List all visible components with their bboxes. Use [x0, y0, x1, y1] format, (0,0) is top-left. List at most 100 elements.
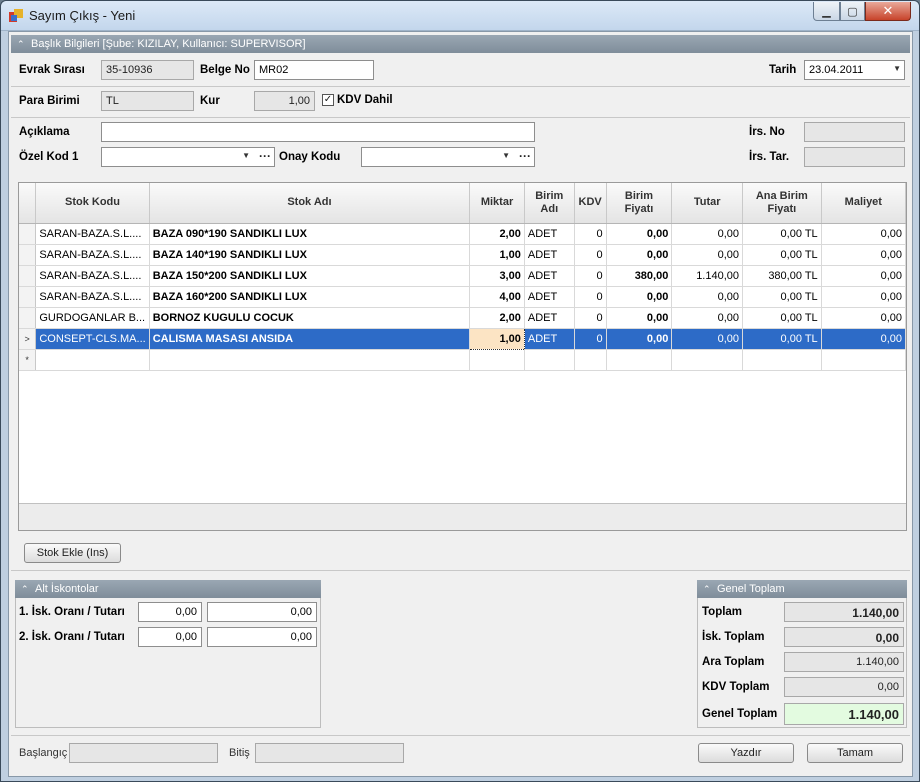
minimize-button[interactable]: ▁	[813, 2, 840, 21]
cell-stok-adi[interactable]	[149, 349, 471, 371]
cell-tutar[interactable]: 0,00	[671, 307, 744, 329]
kdv-dahil-checkbox[interactable]: ✓	[322, 94, 334, 106]
cell-birim-fiyati[interactable]: 0,00	[606, 328, 673, 350]
cell-birim[interactable]: ADET	[524, 265, 575, 287]
column-header[interactable]: Miktar	[469, 183, 525, 224]
cell-miktar[interactable]: 3,00	[469, 265, 525, 287]
cell-maliyet[interactable]: 0,00	[821, 328, 907, 350]
isk2-rate-input[interactable]: 0,00	[138, 627, 202, 647]
table-row[interactable]: SARAN-BAZA.S.L.... BAZA 160*200 SANDIKLI …	[19, 286, 907, 308]
onay-kodu-combo[interactable]: ▼ ···	[361, 147, 535, 167]
cell-miktar[interactable]: 1,00	[469, 244, 525, 266]
maximize-button[interactable]: ▢	[840, 2, 865, 21]
cell-stok-kodu[interactable]: SARAN-BAZA.S.L....	[35, 286, 150, 308]
cell-birim[interactable]	[524, 349, 575, 371]
header-group-title-bar[interactable]: ⌃ Başlık Bilgileri [Şube: KIZILAY, Kulla…	[11, 35, 910, 53]
table-row[interactable]: GURDOGANLAR B... BORNOZ KUGULU COCUK 2,00 A…	[19, 307, 907, 329]
row-indicator[interactable]	[19, 244, 37, 266]
cell-ana-birim-fiyati[interactable]: 0,00 TL	[742, 223, 822, 245]
cell-ana-birim-fiyati[interactable]: 0,00 TL	[742, 328, 822, 350]
cell-tutar[interactable]: 0,00	[671, 328, 744, 350]
cell-kdv[interactable]: 0	[574, 265, 607, 287]
belge-no-input[interactable]: MR02	[254, 60, 374, 80]
table-row[interactable]: > CONSEPT-CLS.MA... CALISMA MASASI ANSIDA 1…	[19, 327, 907, 350]
cell-ana-birim-fiyati[interactable]: 0,00 TL	[742, 307, 822, 329]
collapse-chevron-icon[interactable]: ⌃	[703, 580, 711, 598]
column-header[interactable]: Ana Birim Fiyatı	[742, 183, 822, 224]
cell-stok-kodu[interactable]: GURDOGANLAR B...	[35, 307, 150, 329]
cell-stok-adi[interactable]: BAZA 150*200 SANDIKLI LUX	[149, 265, 471, 287]
cell-kdv[interactable]: 0	[574, 328, 607, 350]
cell-birim-fiyati[interactable]: 0,00	[606, 244, 673, 266]
cell-birim[interactable]: ADET	[524, 328, 575, 350]
cell-miktar[interactable]: 2,00	[469, 307, 525, 329]
isk1-rate-input[interactable]: 0,00	[138, 602, 202, 622]
cell-kdv[interactable]: 0	[574, 286, 607, 308]
row-indicator[interactable]: >	[19, 328, 37, 350]
tamam-button[interactable]: Tamam	[807, 743, 903, 763]
cell-birim-fiyati[interactable]	[606, 349, 673, 371]
cell-stok-kodu[interactable]: SARAN-BAZA.S.L....	[35, 223, 150, 245]
table-row[interactable]: SARAN-BAZA.S.L.... BAZA 090*190 SANDIKLI …	[19, 223, 907, 245]
stok-ekle-button[interactable]: Stok Ekle (Ins)	[24, 543, 121, 563]
cell-tutar[interactable]: 0,00	[671, 223, 744, 245]
browse-ellipsis-icon[interactable]: ···	[519, 149, 531, 163]
column-header[interactable]: Stok Kodu	[35, 183, 150, 224]
cell-birim-fiyati[interactable]: 380,00	[606, 265, 673, 287]
column-header[interactable]: Tutar	[671, 183, 744, 224]
browse-ellipsis-icon[interactable]: ···	[259, 149, 271, 163]
cell-ana-birim-fiyati[interactable]: 0,00 TL	[742, 286, 822, 308]
cell-maliyet[interactable]: 0,00	[821, 244, 907, 266]
tarih-date-picker[interactable]: 23.04.2011 ▼	[804, 60, 905, 80]
yazdir-button[interactable]: Yazdır	[698, 743, 794, 763]
column-header[interactable]: Birim Adı	[524, 183, 575, 224]
cell-miktar[interactable]: 2,00	[469, 223, 525, 245]
cell-tutar[interactable]: 1.140,00	[671, 265, 744, 287]
cell-stok-kodu[interactable]	[35, 349, 150, 371]
collapse-chevron-icon[interactable]: ⌃	[21, 580, 29, 598]
cell-kdv[interactable]	[574, 349, 607, 371]
isk2-amount-input[interactable]: 0,00	[207, 627, 317, 647]
cell-birim[interactable]: ADET	[524, 307, 575, 329]
isk1-amount-input[interactable]: 0,00	[207, 602, 317, 622]
cell-stok-kodu[interactable]: SARAN-BAZA.S.L....	[35, 265, 150, 287]
cell-birim[interactable]: ADET	[524, 286, 575, 308]
ozel-kod-combo[interactable]: ▼ ···	[101, 147, 275, 167]
column-header[interactable]: KDV	[574, 183, 607, 224]
dropdown-arrow-icon[interactable]: ▼	[242, 151, 250, 160]
aciklama-input[interactable]	[101, 122, 535, 142]
close-button[interactable]: ✕	[865, 2, 911, 21]
row-indicator[interactable]	[19, 307, 37, 329]
cell-birim[interactable]: ADET	[524, 244, 575, 266]
cell-maliyet[interactable]: 0,00	[821, 307, 907, 329]
cell-ana-birim-fiyati[interactable]: 380,00 TL	[742, 265, 822, 287]
cell-kdv[interactable]: 0	[574, 244, 607, 266]
column-header[interactable]: Stok Adı	[149, 183, 471, 224]
cell-stok-kodu[interactable]: SARAN-BAZA.S.L....	[35, 244, 150, 266]
cell-ana-birim-fiyati[interactable]	[742, 349, 822, 371]
cell-miktar[interactable]: 4,00	[469, 286, 525, 308]
cell-kdv[interactable]: 0	[574, 223, 607, 245]
cell-stok-adi[interactable]: BAZA 140*190 SANDIKLI LUX	[149, 244, 471, 266]
column-header[interactable]: Birim Fiyatı	[606, 183, 673, 224]
row-indicator[interactable]	[19, 265, 37, 287]
cell-stok-kodu[interactable]: CONSEPT-CLS.MA...	[35, 328, 150, 350]
cell-kdv[interactable]: 0	[574, 307, 607, 329]
cell-maliyet[interactable]: 0,00	[821, 223, 907, 245]
cell-ana-birim-fiyati[interactable]: 0,00 TL	[742, 244, 822, 266]
cell-maliyet[interactable]: 0,00	[821, 286, 907, 308]
cell-stok-adi[interactable]: BORNOZ KUGULU COCUK	[149, 307, 471, 329]
row-indicator[interactable]	[19, 286, 37, 308]
cell-birim-fiyati[interactable]: 0,00	[606, 286, 673, 308]
cell-tutar[interactable]: 0,00	[671, 244, 744, 266]
cell-birim-fiyati[interactable]: 0,00	[606, 223, 673, 245]
row-indicator[interactable]: *	[19, 349, 37, 371]
table-row[interactable]: SARAN-BAZA.S.L.... BAZA 150*200 SANDIKLI …	[19, 265, 907, 287]
cell-maliyet[interactable]	[821, 349, 907, 371]
column-header[interactable]: Maliyet	[821, 183, 907, 224]
cell-tutar[interactable]	[671, 349, 744, 371]
cell-stok-adi[interactable]: CALISMA MASASI ANSIDA	[149, 328, 471, 350]
collapse-chevron-icon[interactable]: ⌃	[17, 35, 25, 53]
cell-tutar[interactable]: 0,00	[671, 286, 744, 308]
table-row[interactable]: SARAN-BAZA.S.L.... BAZA 140*190 SANDIKLI …	[19, 244, 907, 266]
